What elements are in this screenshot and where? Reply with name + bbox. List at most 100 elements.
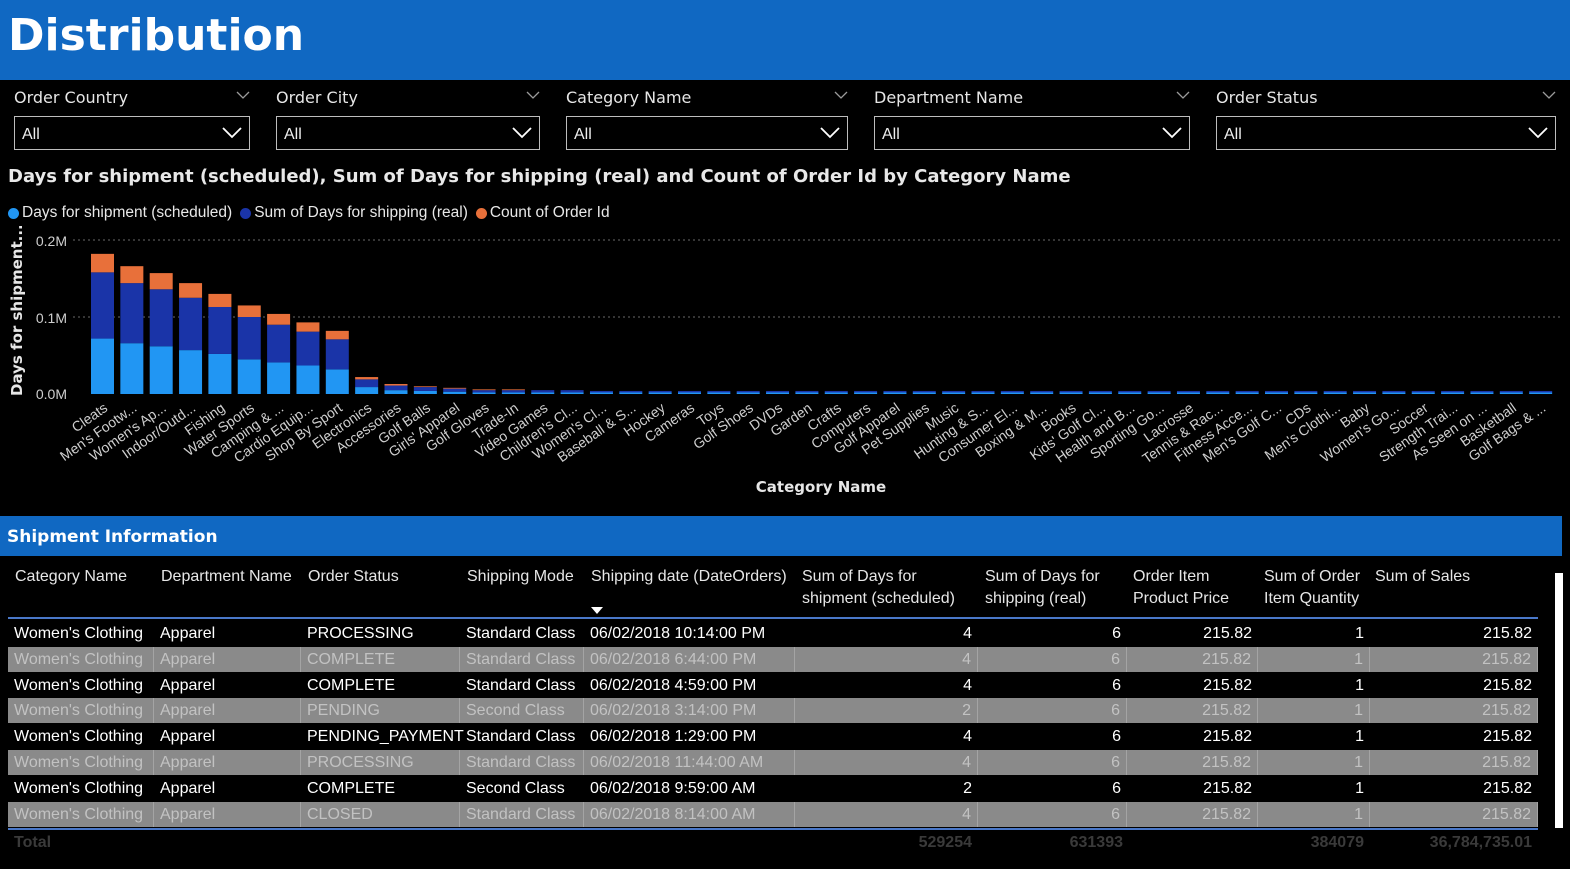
slicer-dropdown[interactable]: All (14, 116, 250, 150)
bar-segment[interactable] (854, 392, 878, 395)
bar-segment[interactable] (472, 392, 496, 394)
bar-segment[interactable] (1000, 390, 1024, 393)
bar-segment[interactable] (589, 390, 613, 393)
bar-segment[interactable] (443, 391, 467, 394)
column-header[interactable]: Sum of Order Item Quantity (1264, 566, 1374, 610)
bar-segment[interactable] (208, 353, 232, 394)
bar-segment[interactable] (707, 392, 731, 395)
bar-segment[interactable] (678, 390, 701, 393)
slicer-dropdown[interactable]: All (566, 116, 848, 150)
bar-segment[interactable] (678, 392, 701, 395)
chevron-down-icon[interactable] (526, 88, 540, 102)
chevron-down-icon[interactable] (834, 88, 848, 102)
bar-segment[interactable] (413, 390, 437, 394)
bar-segment[interactable] (1088, 392, 1112, 395)
bar-segment[interactable] (736, 390, 760, 393)
bar-segment[interactable] (1000, 392, 1024, 395)
bar-segment[interactable] (1206, 390, 1230, 393)
table-row[interactable]: Women's Clothing Apparel COMPLETE Standard … (8, 646, 1538, 672)
slicer-order-country[interactable]: Order Country All (14, 84, 250, 154)
column-header[interactable]: Order Status (308, 566, 399, 588)
stacked-bar-chart[interactable]: CleatsMen's Footw...Women's Ap...Indoor/… (0, 226, 1570, 510)
bar-segment[interactable] (237, 317, 261, 360)
bar-segment[interactable] (208, 293, 232, 307)
bar-segment[interactable] (91, 272, 114, 339)
bar-segment[interactable] (120, 283, 144, 344)
slicer-dropdown[interactable]: All (874, 116, 1190, 150)
bar-segment[interactable] (1030, 390, 1054, 393)
bar-segment[interactable] (325, 339, 349, 370)
bar-segment[interactable] (560, 390, 584, 393)
legend-item[interactable]: Days for shipment (scheduled) (8, 204, 232, 222)
bar-segment[interactable] (1499, 392, 1523, 395)
table-row[interactable]: Women's Clothing Apparel PENDING Second Cla… (8, 698, 1538, 724)
slicer-dropdown[interactable]: All (276, 116, 540, 150)
bar-segment[interactable] (1529, 390, 1553, 393)
bar-segment[interactable] (1382, 392, 1406, 395)
column-header[interactable]: Category Name (15, 566, 127, 588)
bar-segment[interactable] (1323, 392, 1347, 395)
bar-segment[interactable] (1118, 392, 1142, 395)
column-header[interactable]: Shipping Mode (467, 566, 574, 588)
bar-segment[interactable] (149, 346, 173, 394)
bar-segment[interactable] (1441, 392, 1465, 395)
bar-segment[interactable] (501, 389, 525, 391)
chevron-down-icon[interactable] (236, 88, 250, 102)
bar-segment[interactable] (1030, 392, 1054, 395)
bar-segment[interactable] (149, 273, 173, 290)
bar-segment[interactable] (443, 388, 467, 392)
table-row[interactable]: Women's Clothing Apparel PENDING_PAYMENT St… (8, 724, 1538, 750)
bar-segment[interactable] (355, 377, 379, 380)
table-row[interactable]: Women's Clothing Apparel COMPLETE Standard … (8, 672, 1538, 698)
bar-segment[interactable] (531, 390, 555, 393)
bar-segment[interactable] (355, 379, 379, 388)
bar-segment[interactable] (1147, 392, 1171, 395)
table-row[interactable]: Women's Clothing Apparel PROCESSING Standar… (8, 750, 1538, 775)
bar-segment[interactable] (179, 350, 203, 394)
bar-segment[interactable] (149, 289, 173, 347)
chevron-down-icon[interactable] (1176, 88, 1190, 102)
legend-item[interactable]: Sum of Days for shipping (real) (240, 204, 468, 222)
bar-segment[interactable] (971, 390, 995, 393)
bar-segment[interactable] (1118, 390, 1142, 393)
bar-segment[interactable] (472, 390, 496, 393)
bar-segment[interactable] (120, 266, 144, 284)
bar-segment[interactable] (1441, 390, 1465, 393)
bar-segment[interactable] (736, 392, 760, 395)
bar-segment[interactable] (1499, 390, 1523, 393)
bar-segment[interactable] (766, 392, 790, 395)
bar-segment[interactable] (531, 392, 555, 394)
slicer-order-status[interactable]: Order Status All (1216, 84, 1556, 154)
bar-segment[interactable] (472, 389, 496, 391)
column-header[interactable]: Shipping date (DateOrders) (591, 566, 787, 588)
bar-segment[interactable] (942, 392, 966, 395)
chevron-down-icon[interactable] (1542, 88, 1556, 102)
bar-segment[interactable] (795, 392, 819, 395)
bar-segment[interactable] (795, 390, 819, 393)
table-row[interactable]: Women's Clothing Apparel PROCESSING Standar… (8, 621, 1538, 646)
bar-segment[interactable] (824, 392, 848, 395)
table-row[interactable]: Women's Clothing Apparel COMPLETE Second Cl… (8, 775, 1538, 801)
bar-segment[interactable] (824, 390, 848, 393)
legend-item[interactable]: Count of Order Id (475, 204, 610, 222)
bar-segment[interactable] (384, 383, 408, 386)
bar-segment[interactable] (912, 390, 936, 393)
bar-segment[interactable] (942, 390, 966, 393)
bar-segment[interactable] (1323, 390, 1347, 393)
bar-segment[interactable] (208, 306, 232, 354)
table-row[interactable]: Women's Clothing Apparel CLOSED Standard Cl… (8, 801, 1538, 827)
bar-segment[interactable] (1059, 390, 1083, 393)
bar-segment[interactable] (648, 392, 672, 395)
bar-segment[interactable] (267, 362, 291, 394)
bar-segment[interactable] (91, 338, 114, 394)
bar-segment[interactable] (443, 387, 467, 389)
bar-segment[interactable] (1147, 390, 1171, 393)
bar-segment[interactable] (267, 324, 291, 363)
bar-segment[interactable] (971, 392, 995, 395)
bar-segment[interactable] (179, 283, 203, 298)
bar-segment[interactable] (1088, 390, 1112, 393)
bar-segment[interactable] (1265, 392, 1288, 395)
bar-segment[interactable] (413, 386, 437, 388)
bar-segment[interactable] (589, 392, 613, 395)
bar-segment[interactable] (883, 390, 907, 393)
